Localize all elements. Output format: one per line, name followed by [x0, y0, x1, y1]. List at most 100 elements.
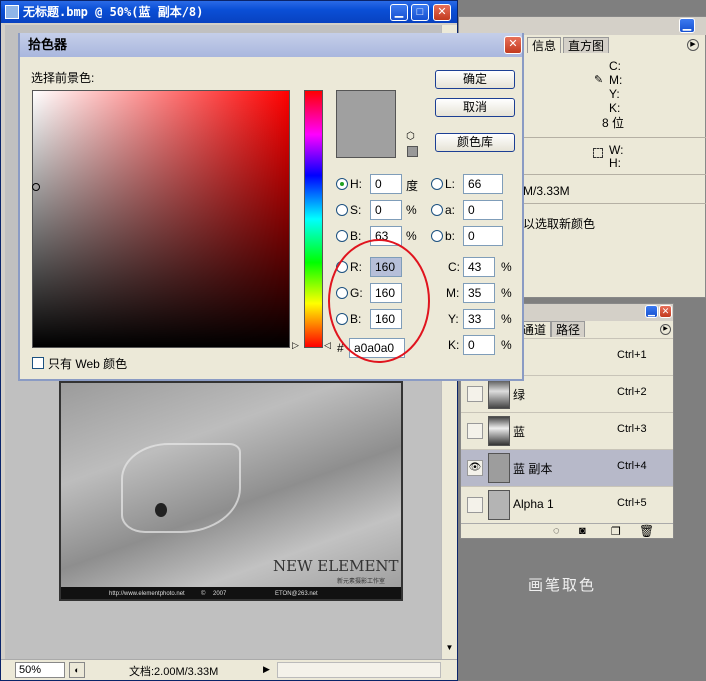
unit-s: % — [406, 203, 417, 217]
a-field[interactable]: 0 — [463, 200, 503, 220]
cancel-button[interactable]: 取消 — [435, 98, 515, 117]
y-field[interactable]: 33 — [463, 309, 495, 329]
image-brand-sub: 新元素摄影工作室 — [337, 579, 386, 585]
image-shape — [155, 503, 167, 517]
visibility-toggle[interactable] — [467, 497, 483, 513]
image-year: 2007 — [213, 591, 227, 597]
info-hint: 以选取新颜色 — [523, 217, 596, 231]
minimize-button[interactable]: ▁ — [390, 4, 408, 21]
radio-a[interactable] — [431, 204, 443, 216]
panel-menu-icon[interactable]: ▶ — [687, 39, 699, 51]
eye-icon[interactable]: 👁 — [467, 460, 483, 476]
image-copyright: © — [201, 591, 206, 597]
k-field[interactable]: 0 — [463, 335, 495, 355]
web-only-label: 只有 Web 颜色 — [48, 357, 128, 371]
info-doc-size: M/3.33M — [523, 184, 570, 198]
label-h: H: — [350, 177, 362, 191]
channel-row[interactable]: 蓝 Ctrl+3 — [461, 412, 673, 449]
channel-row[interactable]: Alpha 1 Ctrl+5 — [461, 486, 673, 523]
doc-size-text: 文档:2.00M/3.33M — [129, 666, 219, 678]
color-field[interactable] — [32, 90, 290, 348]
label-y: Y: — [448, 312, 459, 326]
channel-shortcut: Ctrl+1 — [617, 349, 647, 361]
radio-l[interactable] — [431, 178, 443, 190]
visibility-toggle[interactable] — [467, 386, 483, 402]
label-s: S: — [350, 203, 362, 217]
web-safe-swatch[interactable] — [407, 146, 418, 157]
channel-thumbnail — [488, 379, 510, 409]
color-library-button[interactable]: 颜色库 — [435, 133, 515, 152]
label-lab-b: b: — [445, 229, 456, 243]
m-field[interactable]: 35 — [463, 283, 495, 303]
highlight-circle — [328, 239, 430, 363]
channel-thumbnail — [488, 490, 510, 520]
label-m: M: — [446, 286, 460, 300]
l-field[interactable]: 66 — [463, 174, 503, 194]
save-selection-icon[interactable]: ◙ — [579, 525, 586, 537]
hue-slider-left-arrow[interactable]: ▷ — [292, 340, 299, 351]
radio-lab-b[interactable] — [431, 230, 443, 242]
image-url: http://www.elementphoto.net — [109, 591, 185, 597]
channels-footer: ◌ ◙ ❐ 🗑 — [461, 523, 673, 539]
status-icon[interactable]: ◐ — [69, 662, 85, 678]
channels-minimize-button[interactable]: ▁ — [645, 305, 658, 318]
label-k: K: — [448, 338, 460, 352]
c-field[interactable]: 43 — [463, 257, 495, 277]
status-menu-arrow[interactable]: ▶ — [263, 664, 270, 675]
image-email: ETON@263.net — [275, 591, 318, 597]
info-m: M: — [609, 73, 623, 87]
label-a: a: — [445, 203, 456, 217]
label-brightness: B: — [350, 229, 362, 243]
visibility-toggle[interactable] — [467, 423, 483, 439]
maximize-button[interactable]: □ — [411, 4, 429, 21]
color-field-marker[interactable] — [32, 183, 40, 191]
info-h: H: — [609, 156, 621, 170]
dialog-close-button[interactable]: ✕ — [504, 36, 522, 54]
hue-slider-right-arrow[interactable]: ◁ — [324, 340, 331, 351]
tab-info[interactable]: 信息 — [527, 37, 562, 53]
info-bit-depth: 8 位 — [602, 116, 625, 130]
web-cube-icon[interactable]: ⬡ — [406, 131, 415, 142]
radio-s[interactable] — [336, 204, 348, 216]
eyedropper-icon: ✎ — [594, 74, 604, 86]
tab-histogram[interactable]: 直方图 — [563, 37, 610, 53]
close-button[interactable]: ✕ — [433, 4, 451, 21]
unit-c: % — [501, 260, 512, 274]
trash-icon[interactable]: 🗑 — [639, 524, 654, 538]
channel-row-selected[interactable]: 👁 蓝 副本 Ctrl+4 — [461, 449, 673, 486]
label-l: L: — [445, 177, 456, 191]
zoom-field[interactable]: 50% — [15, 662, 65, 678]
info-k: K: — [609, 101, 621, 115]
channel-shortcut: Ctrl+3 — [617, 423, 647, 435]
channel-name: 蓝 副本 — [513, 462, 553, 476]
lab-b-field[interactable]: 0 — [463, 226, 503, 246]
document-titlebar: 无标题.bmp @ 50%(蓝 副本/8) — [1, 1, 457, 23]
ok-button[interactable]: 确定 — [435, 70, 515, 89]
web-only-checkbox[interactable] — [32, 357, 44, 369]
horizontal-scrollbar[interactable] — [277, 662, 441, 678]
radio-brightness[interactable] — [336, 230, 348, 242]
image-shape — [121, 443, 241, 533]
scroll-down-arrow[interactable]: ▼ — [443, 643, 456, 657]
new-channel-icon[interactable]: ❐ — [611, 525, 621, 538]
hue-slider[interactable] — [304, 90, 323, 348]
info-c: C: — [609, 59, 621, 73]
s-field[interactable]: 0 — [370, 200, 402, 220]
tab-paths[interactable]: 路径 — [551, 321, 586, 337]
radio-h[interactable] — [336, 178, 348, 190]
info-panel-minimize-button[interactable]: ▁ — [679, 18, 695, 33]
picker-prompt: 选择前景色: — [31, 71, 95, 85]
channel-shortcut: Ctrl+5 — [617, 497, 647, 509]
load-selection-icon[interactable]: ◌ — [553, 525, 560, 537]
dialog-title: 拾色器 — [20, 33, 522, 57]
h-field[interactable]: 0 — [370, 174, 402, 194]
unit-h: 度 — [406, 179, 419, 193]
unit-m: % — [501, 286, 512, 300]
channels-close-button[interactable]: ✕ — [659, 305, 672, 318]
channel-thumbnail — [488, 453, 510, 483]
color-swatch — [336, 90, 396, 158]
divider — [521, 203, 706, 204]
color-picker-dialog: 拾色器 ✕ 选择前景色: ▷ ◁ ⬡ 确定 取消 颜色库 H: 0 度 S: 0… — [18, 33, 524, 381]
channel-shortcut: Ctrl+4 — [617, 460, 647, 472]
panel-menu-icon[interactable]: ▶ — [660, 324, 671, 335]
